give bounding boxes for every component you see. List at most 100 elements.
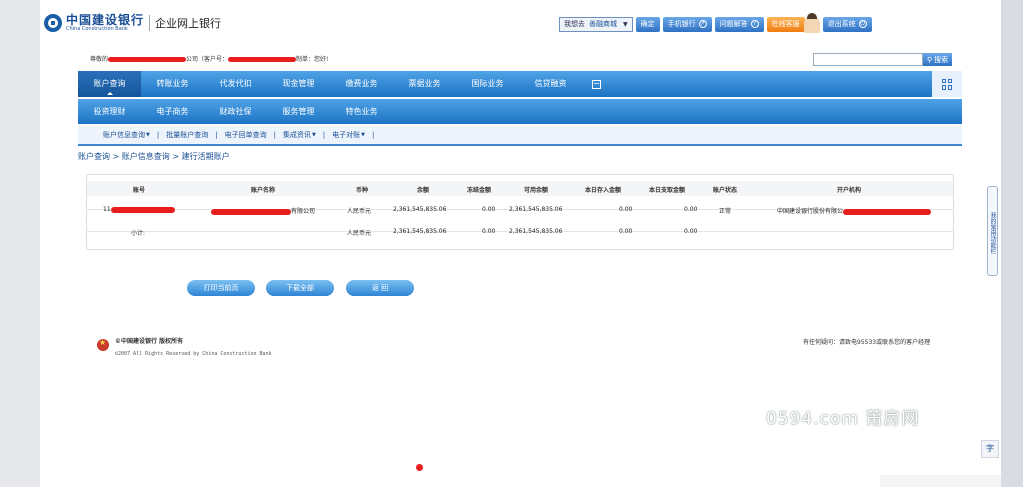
withdraw-today-cell: 0.00 — [684, 206, 698, 213]
print-button[interactable]: 打印当前页 — [187, 280, 255, 296]
welcome-prefix: 尊敬的 — [90, 56, 109, 63]
logout-label: 退出系统 — [827, 20, 856, 28]
nav-item-service-management[interactable]: 服务管理 — [267, 99, 330, 124]
search-bar: ⚲ 搜索 — [813, 53, 953, 66]
ccb-logo-icon — [44, 14, 62, 32]
nav-item-account-query[interactable]: 账户查询 — [78, 71, 141, 97]
frozen-cell: 0.00 — [482, 206, 496, 213]
welcome-message: 尊敬的 公司（客户号： 制单：您好! — [90, 54, 328, 63]
subtotal-frozen: 0.00 — [482, 228, 496, 235]
subtotal-balance: 2,361,545,835.06 — [393, 228, 447, 235]
logo-en: China Construction Bank — [66, 26, 128, 32]
col-status: 账户状态 — [713, 187, 738, 194]
font-size-button[interactable]: 字 — [981, 440, 999, 458]
goto-select[interactable]: 我想去 善融商城 ▼ — [559, 16, 633, 32]
copyright-cn: ©中国建设银行 版权所有 — [115, 338, 184, 345]
footer-copyright: ©中国建设银行 版权所有 ©2007 All Rights Reserved b… — [97, 336, 272, 357]
currency-cell: 人民币元 — [347, 208, 372, 215]
copyright-en: ©2007 All Rights Reserved by China Const… — [115, 351, 272, 357]
logo-cn: 中国建设银行 — [66, 13, 145, 27]
goto-label: 我想去 — [564, 20, 585, 28]
subnav-label: 批量账户查询 — [166, 131, 209, 139]
faq-button[interactable]: 问题解答? — [714, 16, 764, 32]
subnav-label: 电子对账 — [332, 131, 361, 139]
collapse-icon[interactable]: − — [592, 79, 601, 89]
nav-item-credit[interactable]: 信贷融资 — [519, 71, 582, 97]
search-input[interactable] — [813, 53, 923, 66]
subtotal-withdraw-today: 0.00 — [684, 228, 698, 235]
divider: | — [156, 131, 160, 139]
redaction-mark — [211, 208, 291, 215]
nav-item-transfer[interactable]: 转账业务 — [141, 71, 204, 97]
account-name: 有限公司 — [291, 208, 316, 215]
account-no: 11 — [103, 206, 111, 213]
branch-cell: 中国建设银行股份有限公 — [777, 206, 932, 215]
nav-item-payroll[interactable]: 代发代扣 — [204, 71, 267, 97]
table-header — [87, 181, 953, 196]
col-account-name: 账户名称 — [251, 187, 276, 194]
taskbar-fragment — [880, 475, 1001, 487]
footer-hotline: 有任何疑问：请致电95533或联系您的客户经理 — [803, 339, 931, 346]
mobile-bank-button[interactable]: 手机银行 ↗ — [662, 16, 712, 32]
welcome-mid: 公司（客户号： — [186, 56, 229, 63]
sub-nav: 账户信息查询 ▼ | 批量账户查询 | 电子回单查询 | 集成资讯 ▼ | 电子对账… — [78, 126, 962, 146]
subnav-e-receipt[interactable]: 电子回单查询 — [225, 130, 267, 140]
subnav-label: 电子回单查询 — [224, 131, 267, 139]
divider: | — [215, 131, 218, 139]
main-nav: 账户查询 转账业务 代发代扣 现金管理 缴费业务 票据业务 国际业务 信贷融资 … — [78, 71, 962, 97]
chevron-down-icon: ▼ — [623, 20, 628, 28]
search-label: 搜索 — [934, 55, 949, 64]
grid-menu-button[interactable] — [932, 71, 962, 97]
col-available: 可用余额 — [524, 187, 549, 194]
subnav-e-reconciliation[interactable]: 电子对账 ▼ — [332, 130, 365, 140]
logo-divider — [149, 15, 151, 31]
subnav-account-info[interactable]: 账户信息查询 ▼ — [103, 130, 150, 140]
logout-button[interactable]: 退出系统 ⏻ — [822, 16, 872, 32]
secondary-nav: 投资理财 电子商务 财政社保 服务管理 特色业务 — [78, 99, 962, 124]
nav-item-investment[interactable]: 投资理财 — [78, 99, 141, 124]
available-cell: 2,361,545,835.06 — [509, 206, 563, 213]
watermark: 0594.com 莆房网 — [766, 409, 920, 429]
nav-item-special[interactable]: 特色业务 — [330, 99, 393, 124]
nav-item-international[interactable]: 国际业务 — [456, 71, 519, 97]
grid-icon — [941, 78, 953, 90]
online-service-label: 在线客服 — [771, 20, 800, 28]
deposit-today-cell: 0.00 — [619, 206, 633, 213]
divider: | — [322, 131, 326, 139]
breadcrumb: 账户查询 > 账户信息查询 > 建行活期账户 — [78, 152, 230, 161]
search-button[interactable]: ⚲ 搜索 — [923, 53, 953, 66]
nav-item-ecommerce[interactable]: 电子商务 — [141, 99, 204, 124]
welcome-suffix: 制单：您好! — [296, 56, 329, 63]
search-icon: ⚲ — [927, 55, 933, 64]
subnav-integrated-info[interactable]: 集成资讯 ▼ — [283, 130, 316, 140]
status-cell: 正常 — [719, 208, 732, 215]
favorites-side-tab[interactable]: 我的常用功能栏 — [987, 186, 998, 276]
emblem-icon — [97, 338, 109, 351]
divider: | — [273, 131, 276, 139]
subtotal-deposit-today: 0.00 — [619, 228, 633, 235]
nav-item-cash-management[interactable]: 现金管理 — [267, 71, 330, 97]
confirm-button[interactable]: 确定 — [635, 16, 660, 32]
online-service-button[interactable]: 在线客服 — [766, 16, 805, 32]
caret-down-icon: ▼ — [311, 132, 316, 138]
redaction-mark — [843, 208, 932, 215]
nav-item-social-security[interactable]: 财政社保 — [204, 99, 267, 124]
subtotal-available: 2,361,545,835.06 — [509, 228, 563, 235]
caret-down-icon: ▼ — [361, 132, 366, 138]
back-button[interactable]: 返 回 — [346, 280, 414, 296]
redaction-mark — [110, 206, 175, 213]
col-account-no: 账号 — [133, 187, 146, 194]
col-withdraw-today: 本日支取金额 — [649, 187, 686, 194]
external-link-icon: ↗ — [698, 20, 707, 28]
col-balance: 余额 — [417, 187, 430, 194]
subnav-batch-query[interactable]: 批量账户查询 — [166, 130, 208, 140]
download-all-button[interactable]: 下载全部 — [266, 280, 334, 296]
logo-subtitle: 企业网上银行 — [155, 17, 222, 30]
branch-name: 中国建设银行股份有限公 — [777, 208, 844, 215]
faq-label: 问题解答 — [719, 20, 748, 28]
nav-item-notes[interactable]: 票据业务 — [393, 71, 456, 97]
mobile-bank-label: 手机银行 — [667, 20, 696, 28]
nav-item-bill-payment[interactable]: 缴费业务 — [330, 71, 393, 97]
table-row[interactable]: 11 — [103, 206, 175, 213]
subnav-label: 账户信息查询 — [103, 131, 145, 139]
